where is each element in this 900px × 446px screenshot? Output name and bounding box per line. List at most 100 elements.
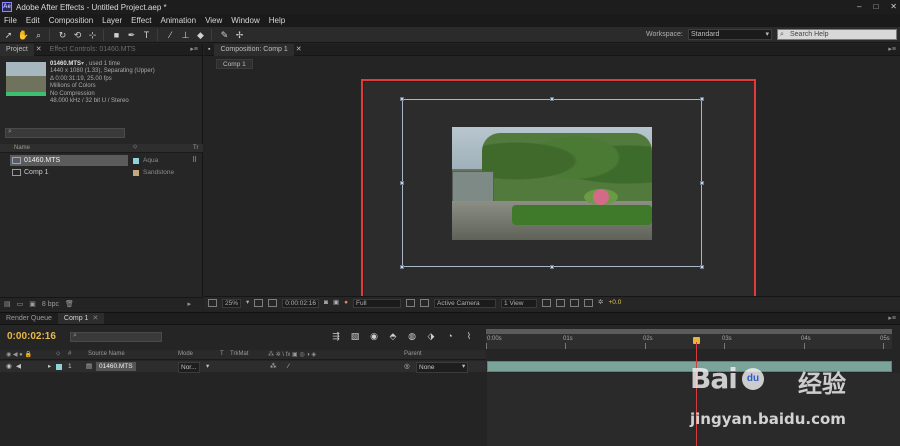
project-search-input[interactable]: ⌕ [5, 128, 125, 138]
pen-icon[interactable]: ✒ [125, 29, 138, 41]
rotate-icon[interactable]: ↻ [56, 29, 69, 41]
close-button[interactable]: ✕ [890, 2, 897, 11]
lock-icon[interactable]: ▪ [204, 44, 214, 56]
timeline-search-input[interactable]: ⌕ [70, 332, 162, 342]
hand-icon[interactable]: ✋ [17, 29, 30, 41]
menu-layer[interactable]: Layer [102, 16, 122, 25]
blend-mode-select[interactable]: Nor... [178, 362, 200, 373]
parent-select[interactable]: None [416, 362, 468, 373]
clone-stamp-icon[interactable]: ⊥ [179, 29, 192, 41]
footage-layer-preview[interactable] [452, 127, 652, 240]
graph-editor-icon[interactable]: ◔ [444, 330, 456, 342]
menu-edit[interactable]: Edit [26, 16, 40, 25]
layer-label-swatch[interactable] [56, 364, 62, 370]
column-type[interactable]: Tr [193, 145, 198, 151]
column-t[interactable]: T [220, 351, 224, 357]
transform-handle[interactable] [700, 265, 704, 269]
work-area-bar[interactable] [486, 329, 892, 334]
label-column-icon[interactable]: ⬦ [133, 144, 137, 151]
motion-blur-icon[interactable]: ◍ [406, 330, 418, 342]
magnification-select[interactable]: 25% [222, 298, 242, 308]
workspace-select[interactable]: Standard ▾ [688, 29, 772, 40]
switches-icons[interactable]: ⁂ ✲ \ fx ▣ ◎ ◑ ◈ [268, 351, 316, 358]
comp-mini-flowchart-icon[interactable]: ⇶ [330, 330, 342, 342]
always-preview-icon[interactable] [208, 299, 217, 307]
new-comp-icon[interactable]: ▣ [29, 300, 36, 308]
pick-whip-icon[interactable]: ◎ [404, 362, 410, 371]
bpc-button[interactable]: 8 bpc [42, 301, 59, 308]
expand-layer-icon[interactable]: ▸ [48, 362, 51, 371]
tab-project[interactable]: Project [0, 43, 34, 56]
fast-previews-icon[interactable] [556, 299, 566, 307]
hash-icon[interactable]: # [68, 351, 71, 357]
exposure-value[interactable]: +0.0 [609, 299, 622, 308]
quality-switch-icon[interactable]: ⁄ [288, 362, 289, 371]
view-layout-select[interactable]: 1 View [501, 298, 538, 308]
column-name[interactable]: Name [14, 145, 30, 151]
panel-menu-icon[interactable]: ▸≡ [888, 44, 896, 56]
toggle-pixel-aspect-icon[interactable] [542, 299, 552, 307]
maximize-button[interactable]: □ [873, 2, 878, 11]
panel-menu-icon[interactable]: ▸≡ [888, 313, 896, 325]
reset-exposure-icon[interactable]: ✲ [598, 299, 603, 308]
menu-effect[interactable]: Effect [131, 16, 151, 25]
menu-composition[interactable]: Composition [49, 16, 93, 25]
label-color-swatch[interactable] [133, 170, 139, 176]
new-folder-icon[interactable]: ▭ [17, 300, 24, 308]
timeline-icon[interactable] [570, 299, 580, 307]
brush-icon[interactable]: ⁄ [164, 29, 177, 41]
region-of-interest-icon[interactable] [406, 299, 416, 307]
column-source-name[interactable]: Source Name [88, 351, 125, 357]
project-item-comp[interactable]: Comp 1 Sandstone [0, 167, 203, 178]
roto-brush-icon[interactable]: ✎ [218, 29, 231, 41]
current-time-display[interactable]: 0:00:02:16 [282, 298, 320, 308]
menu-view[interactable]: View [205, 16, 222, 25]
label-column-icon[interactable]: ⬦ [56, 351, 60, 358]
transform-handle[interactable] [700, 181, 704, 185]
timeline-layer-row[interactable]: ◉ ◀ ▸ 1 ▤ 01460.MTS Nor... ▾ ⁂ ⁄ ◎ None … [0, 361, 486, 373]
shy-switch-icon[interactable]: ⁂ [270, 362, 277, 371]
flowchart-icon[interactable]: ⠿ [192, 156, 197, 164]
comp-navigator-tab[interactable]: Comp 1 [216, 59, 253, 69]
menu-help[interactable]: Help [269, 16, 285, 25]
time-ruler[interactable]: 0:00s 01s 02s 03s 04s 05s [486, 329, 892, 349]
project-item-footage[interactable]: 01460.MTS Aqua ⠿ [0, 155, 203, 166]
frame-blending-icon[interactable]: ⬘ [387, 330, 399, 342]
tab-render-queue[interactable]: Render Queue [0, 313, 58, 324]
scroll-right-icon[interactable]: ▸ [187, 300, 191, 308]
transform-handle[interactable] [550, 265, 554, 269]
column-parent[interactable]: Parent [404, 351, 422, 357]
graph-icon[interactable]: ⌇ [463, 330, 475, 342]
menu-window[interactable]: Window [231, 16, 259, 25]
transform-handle[interactable] [400, 181, 404, 185]
transparency-grid-icon[interactable] [420, 299, 430, 307]
brainstorm-icon[interactable]: ⬗ [425, 330, 437, 342]
transform-handle[interactable] [400, 265, 404, 269]
camera-orbit-icon[interactable]: ⟲ [71, 29, 84, 41]
draft-3d-icon[interactable]: ▧ [349, 330, 361, 342]
tab-composition[interactable]: Composition: Comp 1 [214, 43, 294, 56]
pan-behind-icon[interactable]: ⊹ [86, 29, 99, 41]
snapshot-icon[interactable]: ▣ [333, 299, 339, 308]
zoom-icon[interactable]: ⌕ [32, 29, 45, 41]
search-help-input[interactable]: ⌕ Search Help [777, 29, 897, 40]
panel-menu-icon[interactable]: ▸≡ [190, 44, 198, 56]
tab-close-icon[interactable]: ✕ [294, 44, 304, 56]
transform-handle[interactable] [700, 97, 704, 101]
mask-visibility-icon[interactable] [268, 299, 278, 307]
camera-view-select[interactable]: Active Camera [434, 298, 497, 308]
column-mode[interactable]: Mode [178, 351, 193, 357]
trash-icon[interactable]: 🗑 [65, 300, 74, 308]
tab-timeline-comp[interactable]: Comp 1 ✕ [57, 313, 105, 324]
footage-usage[interactable]: ▾ , used 1 time [81, 61, 120, 67]
av-features-icons[interactable]: ◉ ◀ ● 🔒 [6, 351, 32, 358]
shy-icon[interactable]: ◉ [368, 330, 380, 342]
transform-handle[interactable] [550, 97, 554, 101]
camera-icon[interactable]: ◙ [324, 299, 328, 308]
tab-effect-controls[interactable]: Effect Controls: 01460.MTS [44, 44, 142, 56]
eraser-icon[interactable]: ◆ [194, 29, 207, 41]
timeline-current-time[interactable]: 0:00:02:16 [7, 331, 56, 342]
transform-handle[interactable] [400, 97, 404, 101]
tab-close-icon[interactable]: ✕ [34, 44, 44, 56]
visibility-eye-icon[interactable]: ◉ [6, 362, 12, 371]
